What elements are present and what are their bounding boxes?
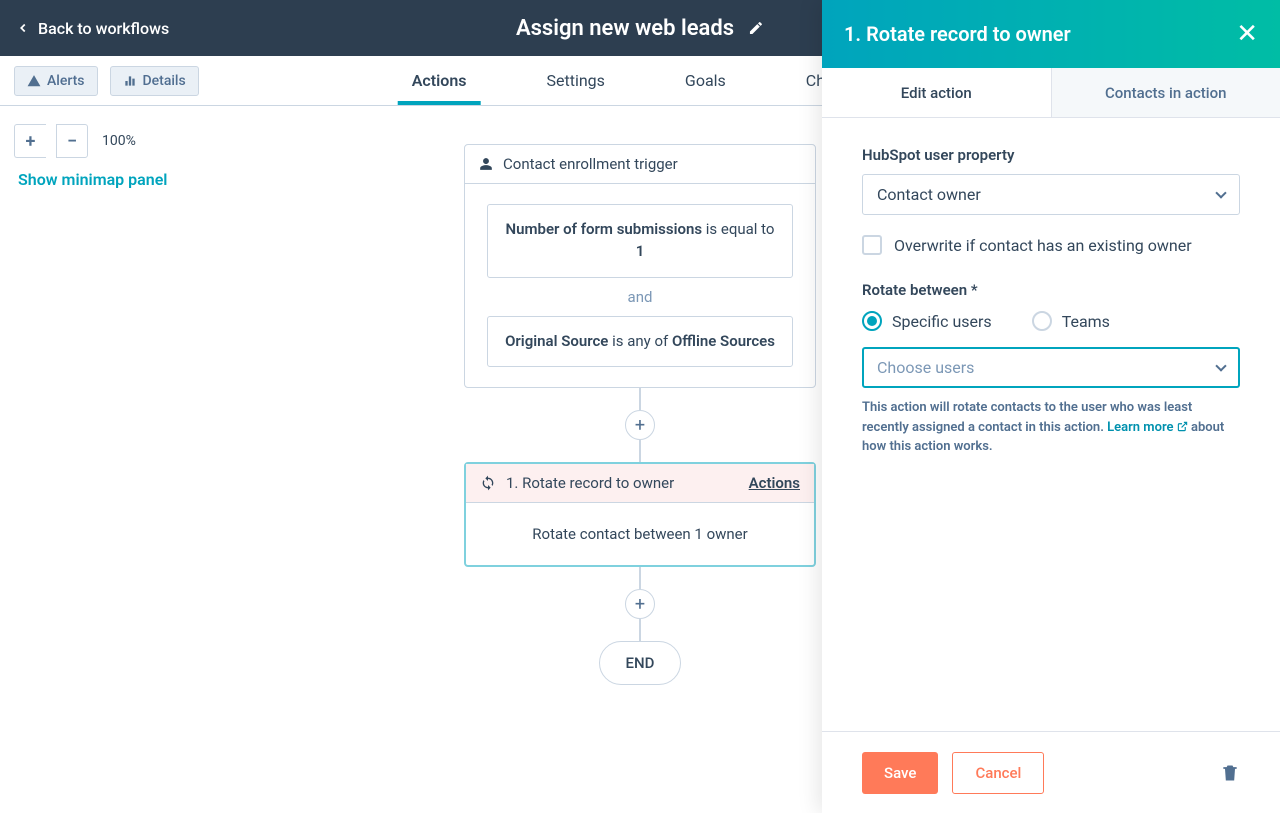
panel-header: 1. Rotate record to owner ✕ — [822, 0, 1280, 68]
contact-icon — [479, 157, 493, 171]
title-wrap: Assign new web leads — [516, 16, 764, 41]
connector — [639, 388, 641, 410]
chevron-down-icon — [1215, 187, 1226, 198]
radio-input-teams[interactable] — [1032, 311, 1052, 331]
alerts-button[interactable]: Alerts — [14, 66, 98, 96]
overwrite-checkbox[interactable] — [862, 235, 882, 255]
trigger-label: Contact enrollment trigger — [503, 155, 678, 173]
radio-teams[interactable]: Teams — [1032, 311, 1110, 331]
details-label: Details — [143, 73, 186, 89]
trigger-card-body: Number of form submissions is equal to 1… — [465, 184, 815, 387]
tab-goals[interactable]: Goals — [671, 57, 740, 104]
rotate-card-head: 1. Rotate record to owner Actions — [466, 464, 814, 503]
connector — [639, 619, 641, 641]
choose-users-select[interactable]: Choose users — [862, 347, 1240, 388]
user-property-select[interactable]: Contact owner — [862, 174, 1240, 215]
details-icon — [123, 74, 137, 88]
overwrite-label: Overwrite if contact has an existing own… — [894, 236, 1192, 255]
rotate-radio-group: Specific users Teams — [862, 311, 1240, 331]
trigger-card-head: Contact enrollment trigger — [465, 145, 815, 184]
chevron-left-icon — [16, 21, 30, 35]
details-button[interactable]: Details — [110, 66, 199, 96]
zoom-out-button[interactable]: − — [56, 124, 88, 158]
step-actions-link[interactable]: Actions — [749, 474, 800, 492]
rotate-step-label: 1. Rotate record to owner — [506, 474, 674, 492]
radio-label-teams: Teams — [1062, 312, 1110, 331]
edit-title-icon[interactable] — [748, 20, 764, 36]
rotate-card-body: Rotate contact between 1 owner — [466, 503, 814, 565]
rotate-owner-card[interactable]: 1. Rotate record to owner Actions Rotate… — [464, 462, 816, 567]
workflow-flow: Contact enrollment trigger Number of for… — [460, 144, 820, 685]
workflow-title: Assign new web leads — [516, 16, 734, 41]
zoom-level: 100% — [102, 133, 136, 149]
alert-icon — [27, 74, 41, 88]
condition-and: and — [487, 278, 793, 316]
panel-tab-contacts[interactable]: Contacts in action — [1052, 68, 1280, 117]
user-property-label: HubSpot user property — [862, 146, 1240, 164]
save-button[interactable]: Save — [862, 752, 938, 794]
panel-tabs: Edit action Contacts in action — [822, 68, 1280, 118]
chevron-down-icon — [1215, 360, 1226, 371]
connector — [639, 567, 641, 589]
add-step-button-2[interactable]: + — [625, 589, 655, 619]
rotate-between-label: Rotate between * — [862, 281, 1240, 299]
choose-users-placeholder: Choose users — [877, 358, 974, 377]
panel-title: 1. Rotate record to owner — [844, 22, 1071, 46]
tab-settings[interactable]: Settings — [532, 57, 618, 104]
panel-body: HubSpot user property Contact owner Over… — [822, 118, 1280, 731]
zoom-controls: + − 100% — [14, 124, 136, 158]
radio-label-users: Specific users — [892, 312, 992, 331]
end-node: END — [599, 641, 682, 685]
main-tabs: Actions Settings Goals Changes — [398, 57, 883, 104]
back-label: Back to workflows — [38, 19, 169, 38]
learn-more-link[interactable]: Learn more — [1107, 420, 1188, 435]
side-panel: 1. Rotate record to owner ✕ Edit action … — [822, 0, 1280, 813]
back-to-workflows-link[interactable]: Back to workflows — [16, 19, 169, 38]
radio-specific-users[interactable]: Specific users — [862, 311, 992, 331]
radio-input-users[interactable] — [862, 311, 882, 331]
panel-tab-edit[interactable]: Edit action — [822, 68, 1052, 117]
rotate-icon — [480, 475, 496, 491]
enrollment-trigger-card[interactable]: Contact enrollment trigger Number of for… — [464, 144, 816, 388]
condition-1: Number of form submissions is equal to 1 — [487, 204, 793, 278]
alerts-label: Alerts — [47, 73, 85, 89]
trash-icon[interactable] — [1220, 762, 1240, 784]
condition-2: Original Source is any of Offline Source… — [487, 316, 793, 368]
external-link-icon — [1177, 421, 1188, 432]
connector — [639, 440, 641, 462]
help-text: This action will rotate contacts to the … — [862, 398, 1240, 457]
user-property-value: Contact owner — [877, 185, 981, 204]
zoom-in-button[interactable]: + — [14, 124, 46, 158]
close-icon[interactable]: ✕ — [1236, 19, 1258, 49]
overwrite-row[interactable]: Overwrite if contact has an existing own… — [862, 235, 1240, 255]
cancel-button[interactable]: Cancel — [952, 752, 1044, 794]
add-step-button-1[interactable]: + — [625, 410, 655, 440]
show-minimap-link[interactable]: Show minimap panel — [18, 170, 167, 189]
tab-actions[interactable]: Actions — [398, 57, 481, 104]
panel-footer: Save Cancel — [822, 731, 1280, 813]
